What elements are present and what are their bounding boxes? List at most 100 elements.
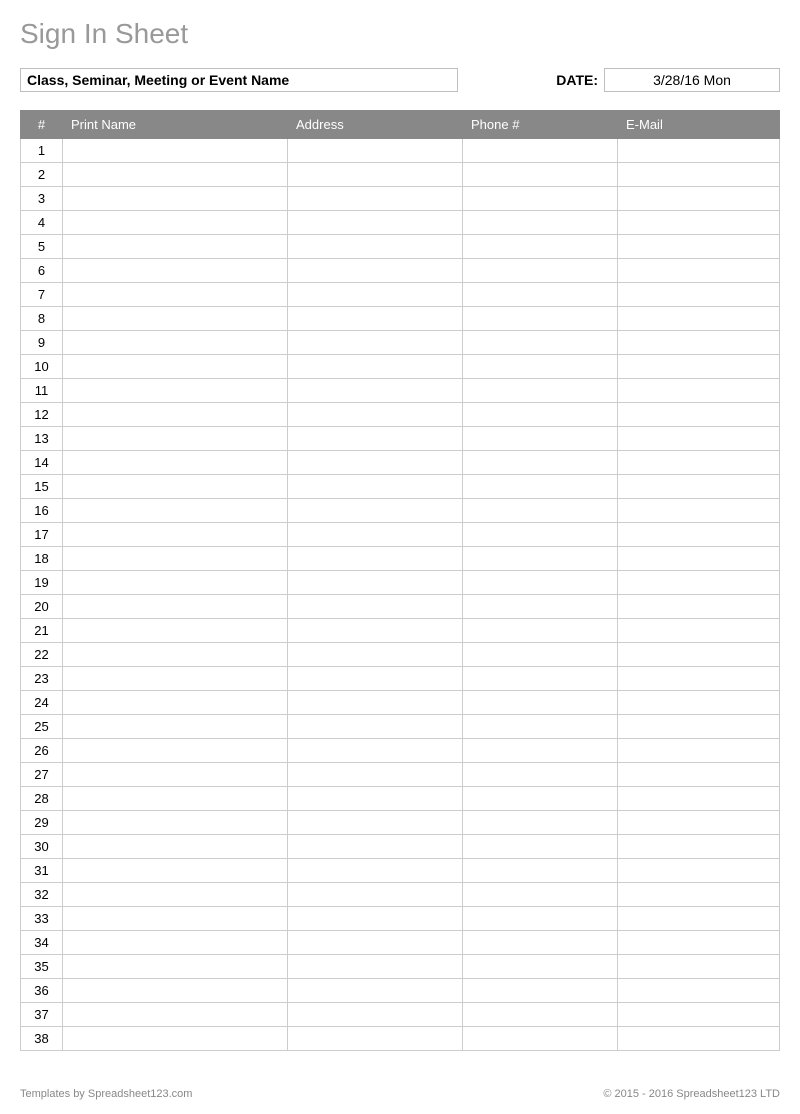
cell-phone[interactable] <box>463 979 618 1003</box>
cell-name[interactable] <box>63 475 288 499</box>
cell-email[interactable] <box>618 547 780 571</box>
cell-phone[interactable] <box>463 931 618 955</box>
cell-email[interactable] <box>618 475 780 499</box>
cell-phone[interactable] <box>463 1003 618 1027</box>
cell-email[interactable] <box>618 667 780 691</box>
cell-address[interactable] <box>288 619 463 643</box>
cell-email[interactable] <box>618 811 780 835</box>
cell-address[interactable] <box>288 307 463 331</box>
cell-phone[interactable] <box>463 331 618 355</box>
cell-email[interactable] <box>618 643 780 667</box>
cell-address[interactable] <box>288 355 463 379</box>
cell-name[interactable] <box>63 739 288 763</box>
cell-email[interactable] <box>618 139 780 163</box>
cell-name[interactable] <box>63 331 288 355</box>
cell-email[interactable] <box>618 955 780 979</box>
cell-phone[interactable] <box>463 187 618 211</box>
cell-address[interactable] <box>288 163 463 187</box>
cell-phone[interactable] <box>463 379 618 403</box>
cell-email[interactable] <box>618 931 780 955</box>
cell-email[interactable] <box>618 619 780 643</box>
cell-name[interactable] <box>63 811 288 835</box>
cell-name[interactable] <box>63 379 288 403</box>
cell-phone[interactable] <box>463 643 618 667</box>
cell-email[interactable] <box>618 907 780 931</box>
cell-email[interactable] <box>618 715 780 739</box>
cell-address[interactable] <box>288 139 463 163</box>
cell-name[interactable] <box>63 859 288 883</box>
cell-email[interactable] <box>618 739 780 763</box>
cell-phone[interactable] <box>463 835 618 859</box>
cell-email[interactable] <box>618 283 780 307</box>
cell-name[interactable] <box>63 451 288 475</box>
cell-name[interactable] <box>63 427 288 451</box>
cell-email[interactable] <box>618 1003 780 1027</box>
cell-address[interactable] <box>288 475 463 499</box>
cell-phone[interactable] <box>463 427 618 451</box>
cell-address[interactable] <box>288 259 463 283</box>
cell-name[interactable] <box>63 619 288 643</box>
cell-name[interactable] <box>63 835 288 859</box>
cell-email[interactable] <box>618 835 780 859</box>
cell-address[interactable] <box>288 403 463 427</box>
cell-email[interactable] <box>618 571 780 595</box>
cell-name[interactable] <box>63 667 288 691</box>
cell-address[interactable] <box>288 787 463 811</box>
cell-phone[interactable] <box>463 259 618 283</box>
cell-phone[interactable] <box>463 883 618 907</box>
cell-name[interactable] <box>63 499 288 523</box>
cell-address[interactable] <box>288 547 463 571</box>
cell-email[interactable] <box>618 355 780 379</box>
cell-address[interactable] <box>288 283 463 307</box>
cell-name[interactable] <box>63 547 288 571</box>
cell-phone[interactable] <box>463 859 618 883</box>
cell-name[interactable] <box>63 763 288 787</box>
cell-name[interactable] <box>63 307 288 331</box>
cell-name[interactable] <box>63 907 288 931</box>
cell-name[interactable] <box>63 259 288 283</box>
cell-name[interactable] <box>63 691 288 715</box>
cell-email[interactable] <box>618 1027 780 1051</box>
cell-address[interactable] <box>288 835 463 859</box>
cell-phone[interactable] <box>463 667 618 691</box>
cell-phone[interactable] <box>463 715 618 739</box>
cell-email[interactable] <box>618 451 780 475</box>
cell-name[interactable] <box>63 931 288 955</box>
cell-email[interactable] <box>618 523 780 547</box>
cell-email[interactable] <box>618 331 780 355</box>
cell-name[interactable] <box>63 1003 288 1027</box>
cell-phone[interactable] <box>463 739 618 763</box>
cell-name[interactable] <box>63 211 288 235</box>
cell-name[interactable] <box>63 283 288 307</box>
cell-email[interactable] <box>618 379 780 403</box>
cell-email[interactable] <box>618 187 780 211</box>
cell-address[interactable] <box>288 979 463 1003</box>
cell-address[interactable] <box>288 955 463 979</box>
cell-name[interactable] <box>63 163 288 187</box>
cell-address[interactable] <box>288 667 463 691</box>
cell-phone[interactable] <box>463 355 618 379</box>
cell-phone[interactable] <box>463 811 618 835</box>
cell-address[interactable] <box>288 883 463 907</box>
event-name-field[interactable]: Class, Seminar, Meeting or Event Name <box>20 68 458 92</box>
cell-phone[interactable] <box>463 163 618 187</box>
cell-address[interactable] <box>288 523 463 547</box>
cell-email[interactable] <box>618 307 780 331</box>
cell-address[interactable] <box>288 763 463 787</box>
cell-phone[interactable] <box>463 571 618 595</box>
cell-address[interactable] <box>288 331 463 355</box>
cell-phone[interactable] <box>463 139 618 163</box>
cell-name[interactable] <box>63 883 288 907</box>
cell-phone[interactable] <box>463 763 618 787</box>
cell-email[interactable] <box>618 499 780 523</box>
cell-email[interactable] <box>618 763 780 787</box>
cell-email[interactable] <box>618 595 780 619</box>
cell-phone[interactable] <box>463 283 618 307</box>
cell-name[interactable] <box>63 787 288 811</box>
cell-phone[interactable] <box>463 691 618 715</box>
cell-email[interactable] <box>618 787 780 811</box>
cell-name[interactable] <box>63 595 288 619</box>
cell-email[interactable] <box>618 403 780 427</box>
cell-phone[interactable] <box>463 307 618 331</box>
cell-address[interactable] <box>288 1003 463 1027</box>
